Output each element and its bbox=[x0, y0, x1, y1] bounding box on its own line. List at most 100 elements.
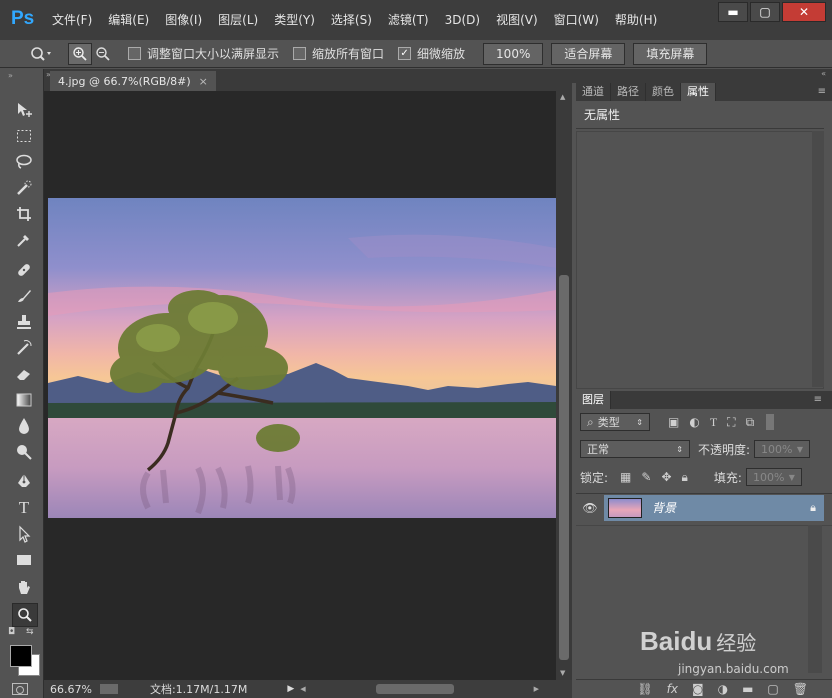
foreground-color-swatch[interactable] bbox=[10, 645, 32, 667]
menu-image[interactable]: 图像(I) bbox=[157, 11, 210, 29]
layer-name[interactable]: 背景 bbox=[652, 499, 676, 516]
filter-smart-object-icon[interactable]: ⧉ bbox=[746, 415, 755, 430]
link-layers-icon[interactable]: ⛓︎ bbox=[637, 682, 652, 696]
move-tool-icon[interactable] bbox=[12, 99, 36, 121]
properties-scrollbar[interactable] bbox=[812, 131, 824, 387]
layers-panel-menu-icon[interactable]: ≡ bbox=[814, 391, 832, 409]
fill-input[interactable]: 100% ▼ bbox=[745, 468, 802, 486]
menu-3d[interactable]: 3D(D) bbox=[437, 11, 488, 29]
new-group-icon[interactable]: ▬ bbox=[742, 682, 753, 696]
history-brush-tool-icon[interactable] bbox=[12, 337, 36, 359]
layer-style-fx-icon[interactable]: fx bbox=[667, 682, 678, 696]
scroll-down-arrow-icon[interactable]: ▼ bbox=[560, 669, 565, 677]
layers-scrollbar[interactable] bbox=[808, 525, 822, 673]
scroll-left-arrow-icon[interactable]: ◀ bbox=[300, 685, 305, 693]
layer-row-background[interactable]: 👁︎ 背景 🔒︎ bbox=[576, 493, 832, 521]
scrubby-zoom-checkbox[interactable]: ✓ 细微缩放 bbox=[398, 45, 465, 62]
layer-selected-highlight: 背景 🔒︎ bbox=[604, 494, 824, 521]
collapse-arrows-icon[interactable]: « bbox=[821, 69, 826, 83]
maximize-button[interactable]: ▢ bbox=[750, 2, 780, 22]
menu-file[interactable]: 文件(F) bbox=[44, 11, 100, 29]
type-tool-icon[interactable]: T bbox=[12, 497, 36, 519]
layer-lock-icon: 🔒︎ bbox=[810, 500, 816, 514]
zoom-tool-icon[interactable] bbox=[12, 603, 38, 627]
new-adjustment-layer-icon[interactable]: ◑ bbox=[718, 682, 728, 696]
layers-panel-header: 图层 ≡ bbox=[576, 391, 832, 409]
filter-toggle-switch[interactable] bbox=[766, 414, 775, 430]
brush-tool-icon[interactable] bbox=[12, 285, 36, 307]
tab-layers[interactable]: 图层 bbox=[576, 391, 611, 409]
panel-menu-icon[interactable]: ≡ bbox=[818, 83, 832, 101]
add-mask-icon[interactable]: ◙ bbox=[692, 682, 704, 696]
blur-tool-icon[interactable] bbox=[12, 415, 36, 437]
menu-filter[interactable]: 滤镜(T) bbox=[380, 11, 437, 29]
layer-filter-select[interactable]: ⌕ 类型 ⇕ bbox=[580, 413, 650, 431]
lock-all-icon[interactable]: 🔒︎ bbox=[682, 470, 688, 485]
minimize-button[interactable]: ▬ bbox=[718, 2, 748, 22]
tab-properties[interactable]: 属性 bbox=[681, 83, 716, 101]
default-colors-icon[interactable]: ◘ bbox=[8, 627, 15, 637]
menu-window[interactable]: 窗口(W) bbox=[546, 11, 607, 29]
menu-view[interactable]: 视图(V) bbox=[488, 11, 546, 29]
lasso-tool-icon[interactable] bbox=[12, 151, 36, 173]
new-layer-icon[interactable]: ▢ bbox=[767, 682, 778, 696]
menu-layer[interactable]: 图层(L) bbox=[210, 11, 266, 29]
eyedropper-tool-icon[interactable] bbox=[12, 229, 36, 251]
rectangle-tool-icon[interactable] bbox=[12, 549, 36, 571]
fit-screen-button[interactable]: 适合屏幕 bbox=[551, 42, 626, 65]
vertical-scrollbar-thumb[interactable] bbox=[559, 275, 569, 660]
scrubby-zoom-label: 细微缩放 bbox=[417, 47, 466, 61]
scroll-right-arrow-icon[interactable]: ▶ bbox=[534, 685, 539, 693]
close-tab-icon[interactable]: × bbox=[199, 75, 208, 88]
zoom-100-button[interactable]: 100% bbox=[483, 42, 544, 65]
hand-tool-icon[interactable] bbox=[12, 577, 36, 599]
document-tab[interactable]: 4.jpg @ 66.7%(RGB/8#) × bbox=[50, 71, 216, 91]
gradient-tool-icon[interactable] bbox=[12, 389, 36, 411]
menu-select[interactable]: 选择(S) bbox=[323, 11, 380, 29]
healing-brush-tool-icon[interactable] bbox=[12, 259, 36, 281]
filter-pixel-icon[interactable]: ▣ bbox=[668, 415, 679, 429]
resize-windows-checkbox[interactable]: 调整窗口大小以满屏显示 bbox=[128, 45, 279, 62]
fill-label: 填充: bbox=[713, 470, 742, 485]
lock-transparent-icon[interactable]: ▦ bbox=[620, 470, 631, 484]
close-button[interactable]: ✕ bbox=[782, 2, 826, 22]
quick-mask-icon[interactable] bbox=[12, 683, 28, 695]
status-menu-arrow-icon[interactable]: ▶ bbox=[287, 684, 294, 694]
tab-paths[interactable]: 路径 bbox=[611, 83, 646, 101]
eraser-tool-icon[interactable] bbox=[12, 363, 36, 385]
lock-position-icon[interactable]: ✥ bbox=[661, 470, 671, 484]
zoom-out-icon[interactable] bbox=[92, 44, 114, 64]
scroll-up-arrow-icon[interactable]: ▲ bbox=[560, 93, 565, 101]
zoom-tool-preset-icon[interactable] bbox=[26, 44, 56, 64]
path-selection-tool-icon[interactable] bbox=[12, 523, 36, 545]
zoom-in-icon[interactable] bbox=[68, 42, 92, 65]
photoshop-logo: Ps bbox=[11, 8, 35, 29]
lock-pixels-icon[interactable]: ✎ bbox=[641, 470, 651, 484]
crop-tool-icon[interactable] bbox=[12, 203, 36, 225]
collapse-arrows-icon[interactable]: » bbox=[8, 71, 13, 80]
blend-mode-select[interactable]: 正常 ⇕ bbox=[580, 440, 690, 458]
document-image[interactable] bbox=[48, 198, 556, 518]
horizontal-scrollbar-thumb[interactable] bbox=[375, 684, 454, 694]
filter-type-icon[interactable]: T bbox=[710, 415, 717, 430]
clone-stamp-tool-icon[interactable] bbox=[12, 311, 36, 333]
pen-tool-icon[interactable] bbox=[12, 471, 36, 493]
menu-help[interactable]: 帮助(H) bbox=[607, 11, 665, 29]
filter-adjustment-icon[interactable]: ◐ bbox=[689, 415, 699, 429]
menu-type[interactable]: 类型(Y) bbox=[266, 11, 323, 29]
zoom-level[interactable]: 66.67% bbox=[50, 683, 92, 696]
opacity-input[interactable]: 100% ▼ bbox=[754, 440, 811, 458]
quick-selection-tool-icon[interactable] bbox=[12, 177, 36, 199]
swap-colors-icon[interactable]: ⇆ bbox=[26, 627, 34, 637]
zoom-all-windows-checkbox[interactable]: 缩放所有窗口 bbox=[293, 45, 384, 62]
marquee-tool-icon[interactable] bbox=[12, 125, 36, 147]
delete-layer-icon[interactable]: 🗑︎ bbox=[793, 682, 808, 696]
tab-channels[interactable]: 通道 bbox=[576, 83, 611, 101]
status-share-icon[interactable] bbox=[99, 684, 118, 694]
layer-visibility-eye-icon[interactable]: 👁︎ bbox=[576, 501, 604, 515]
tab-color[interactable]: 颜色 bbox=[646, 83, 681, 101]
fill-screen-button[interactable]: 填充屏幕 bbox=[633, 42, 708, 65]
menu-edit[interactable]: 编辑(E) bbox=[100, 11, 157, 29]
filter-shape-icon[interactable]: ⛶ bbox=[727, 415, 735, 430]
dodge-tool-icon[interactable] bbox=[12, 441, 36, 463]
